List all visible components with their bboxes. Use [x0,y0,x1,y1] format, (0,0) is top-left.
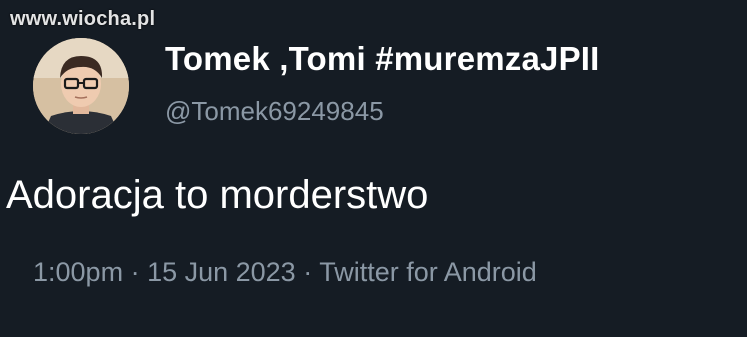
avatar[interactable] [33,38,129,134]
tweet-date[interactable]: 15 Jun 2023 [147,257,296,287]
watermark-logo: www.wiocha.pl [10,8,156,30]
tweet-text: Adoracja to morderstwo [6,173,429,217]
meta-separator: · [123,257,148,287]
author-handle[interactable]: @Tomek69249845 [165,96,384,127]
tweet-source[interactable]: Twitter for Android [319,257,537,287]
tweet-card: www.wiocha.pl Tomek ,Tomi #muremzaJPII @… [0,0,747,337]
avatar-image [33,38,129,134]
tweet-meta: 1:00pm · 15 Jun 2023 · Twitter for Andro… [33,257,537,288]
author-display-name[interactable]: Tomek ,Tomi #muremzaJPII [165,40,600,78]
tweet-time[interactable]: 1:00pm [33,257,123,287]
meta-separator: · [295,257,320,287]
